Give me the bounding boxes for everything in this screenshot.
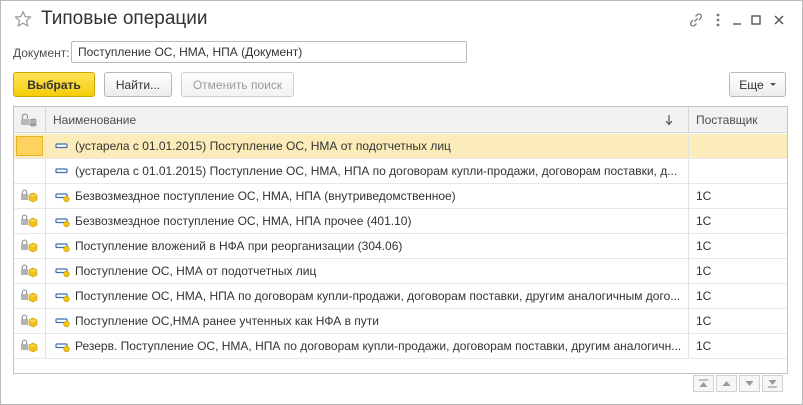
table-row[interactable]: (устарела с 01.01.2015) Поступление ОС, …: [14, 159, 787, 184]
row-name: Поступление ОС,НМА ранее учтенных как НФ…: [75, 314, 379, 328]
sort-down-arrow-icon[interactable]: [664, 107, 680, 133]
row-supplier: 1С: [696, 289, 712, 303]
lock-cube-icon: [21, 214, 38, 228]
table-row[interactable]: Поступление ОС, НМА, НПА по договорам ку…: [14, 284, 787, 309]
scroll-up-icon[interactable]: [716, 375, 737, 392]
column-header-name-label: Наименование: [53, 113, 137, 127]
close-icon[interactable]: [770, 11, 788, 29]
typical-operations-window: Типовые операции Документ: Поступление О…: [0, 0, 803, 405]
minimize-icon[interactable]: [728, 11, 746, 29]
maximize-icon[interactable]: [747, 11, 765, 29]
document-item-icon: [55, 168, 68, 174]
window-title: Типовые операции: [41, 8, 208, 29]
table-row[interactable]: Безвозмездное поступление ОС, НМА, НПА (…: [14, 184, 787, 209]
table-row[interactable]: Поступление ОС, НМА от подотчетных лиц 1С: [14, 259, 787, 284]
document-label: Документ:: [13, 46, 70, 60]
column-divider: [688, 234, 689, 259]
column-divider: [688, 209, 689, 234]
document-item-icon: [55, 193, 70, 203]
lock-cube-icon: [21, 239, 38, 253]
column-divider: [45, 334, 46, 359]
header-state-column[interactable]: [20, 107, 44, 133]
row-name: Поступление ОС, НМА от подотчетных лиц: [75, 264, 317, 278]
column-header-supplier[interactable]: Поставщик: [696, 107, 786, 133]
more-button-label: Еще: [739, 77, 764, 92]
column-divider: [45, 284, 46, 309]
column-divider: [45, 259, 46, 284]
scroll-down-icon[interactable]: [739, 375, 760, 392]
document-item-icon: [55, 243, 70, 253]
column-divider: [688, 134, 689, 159]
more-button[interactable]: Еще: [729, 72, 786, 97]
lock-cube-icon: [21, 189, 38, 203]
table-row[interactable]: Резерв. Поступление ОС, НМА, НПА по дого…: [14, 334, 787, 359]
document-item-icon: [55, 343, 70, 353]
table-row[interactable]: Поступление вложений в НФА при реорганиз…: [14, 234, 787, 259]
lock-db-icon: [21, 113, 37, 127]
row-name: Резерв. Поступление ОС, НМА, НПА по дого…: [75, 339, 682, 353]
title-bar: Типовые операции: [1, 1, 802, 39]
column-divider: [688, 284, 689, 309]
column-divider: [688, 159, 689, 184]
document-item-icon: [55, 293, 70, 303]
column-divider: [45, 309, 46, 334]
scroll-to-top-icon[interactable]: [693, 375, 714, 392]
cancel-search-button[interactable]: Отменить поиск: [181, 72, 294, 97]
column-divider: [688, 107, 689, 133]
row-supplier: 1С: [696, 239, 712, 253]
document-item-icon: [55, 218, 70, 228]
table-row[interactable]: (устарела с 01.01.2015) Поступление ОС, …: [14, 134, 787, 159]
row-name: Поступление ОС, НМА, НПА по договорам ку…: [75, 289, 681, 303]
column-divider: [45, 184, 46, 209]
column-divider: [688, 309, 689, 334]
row-supplier: 1С: [696, 214, 712, 228]
operations-table: Наименование Поставщик (устарела с 01.01…: [13, 106, 788, 374]
document-item-icon: [55, 268, 70, 278]
column-header-name[interactable]: Наименование: [53, 107, 683, 133]
row-supplier: 1С: [696, 189, 712, 203]
link-icon[interactable]: [687, 11, 705, 29]
column-divider: [45, 209, 46, 234]
lock-cube-icon: [21, 264, 38, 278]
scroll-to-bottom-icon[interactable]: [762, 375, 783, 392]
column-divider: [688, 334, 689, 359]
document-item-icon: [55, 318, 70, 328]
table-row[interactable]: Поступление ОС,НМА ранее учтенных как НФ…: [14, 309, 787, 334]
star-icon[interactable]: [14, 10, 32, 28]
lock-cube-icon: [21, 314, 38, 328]
row-name: (устарела с 01.01.2015) Поступление ОС, …: [75, 139, 451, 153]
document-item-icon: [55, 143, 68, 149]
column-divider: [45, 107, 46, 133]
lock-cube-icon: [21, 289, 38, 303]
row-name: Поступление вложений в НФА при реорганиз…: [75, 239, 403, 253]
table-row[interactable]: Безвозмездное поступление ОС, НМА, НПА п…: [14, 209, 787, 234]
select-button[interactable]: Выбрать: [13, 72, 95, 97]
chevron-down-icon: [769, 83, 776, 86]
column-divider: [45, 134, 46, 159]
document-field[interactable]: Поступление ОС, НМА, НПА (Документ): [71, 41, 467, 63]
column-divider: [45, 159, 46, 184]
column-header-supplier-label: Поставщик: [696, 113, 758, 127]
column-divider: [688, 259, 689, 284]
kebab-icon[interactable]: [709, 11, 727, 29]
find-button[interactable]: Найти...: [104, 72, 172, 97]
row-name: Безвозмездное поступление ОС, НМА, НПА п…: [75, 214, 412, 228]
lock-cube-icon: [21, 339, 38, 353]
row-supplier: 1С: [696, 264, 712, 278]
column-divider: [688, 184, 689, 209]
column-divider: [45, 234, 46, 259]
current-cell[interactable]: [16, 136, 43, 156]
row-supplier: 1С: [696, 339, 712, 353]
row-supplier: 1С: [696, 314, 712, 328]
row-name: Безвозмездное поступление ОС, НМА, НПА (…: [75, 189, 456, 203]
table-header: Наименование Поставщик: [14, 107, 787, 133]
row-name: (устарела с 01.01.2015) Поступление ОС, …: [75, 164, 678, 178]
